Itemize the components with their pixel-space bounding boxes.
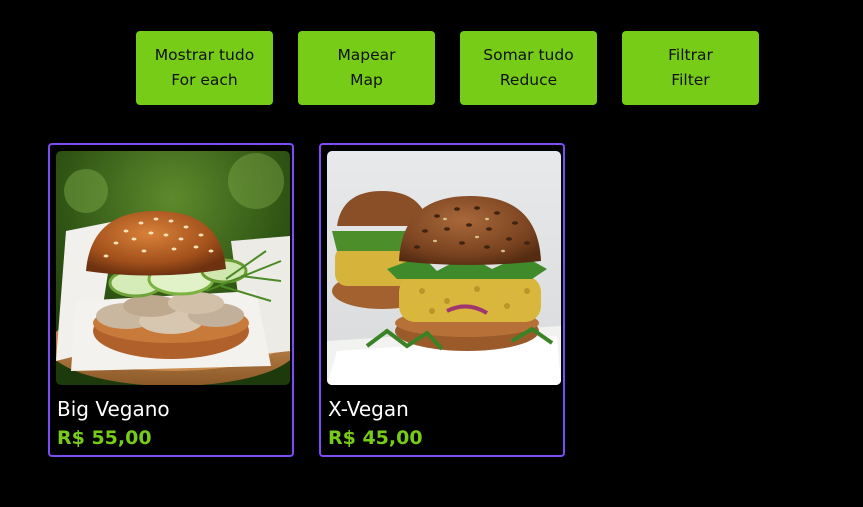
button-label-pt: Mostrar tudo xyxy=(154,46,255,64)
burger-veggie-patty-photo xyxy=(327,151,561,385)
button-label-pt: Somar tudo xyxy=(483,46,574,64)
action-buttons: Mostrar tudo For each Mapear Map Somar t… xyxy=(136,31,759,105)
product-price: R$ 45,00 xyxy=(328,427,423,449)
product-name: X-Vegan xyxy=(328,397,409,421)
reduce-button[interactable]: Somar tudo Reduce xyxy=(460,31,597,105)
for-each-button[interactable]: Mostrar tudo For each xyxy=(136,31,273,105)
button-label-en: Filter xyxy=(671,71,710,89)
product-card: X-Vegan R$ 45,00 xyxy=(319,143,565,457)
button-label-pt: Mapear xyxy=(337,46,396,64)
burger-cucumber-photo xyxy=(56,151,290,385)
page: Mostrar tudo For each Mapear Map Somar t… xyxy=(0,0,863,507)
product-list: Big Vegano R$ 55,00 X-Vegan R$ 45,00 xyxy=(48,143,565,457)
button-label-pt: Filtrar xyxy=(668,46,713,64)
button-label-en: Map xyxy=(350,71,383,89)
button-label-en: Reduce xyxy=(499,71,558,89)
product-card: Big Vegano R$ 55,00 xyxy=(48,143,294,457)
map-button[interactable]: Mapear Map xyxy=(298,31,435,105)
product-name: Big Vegano xyxy=(57,397,170,421)
filter-button[interactable]: Filtrar Filter xyxy=(622,31,759,105)
button-label-en: For each xyxy=(171,71,238,89)
product-price: R$ 55,00 xyxy=(57,427,152,449)
